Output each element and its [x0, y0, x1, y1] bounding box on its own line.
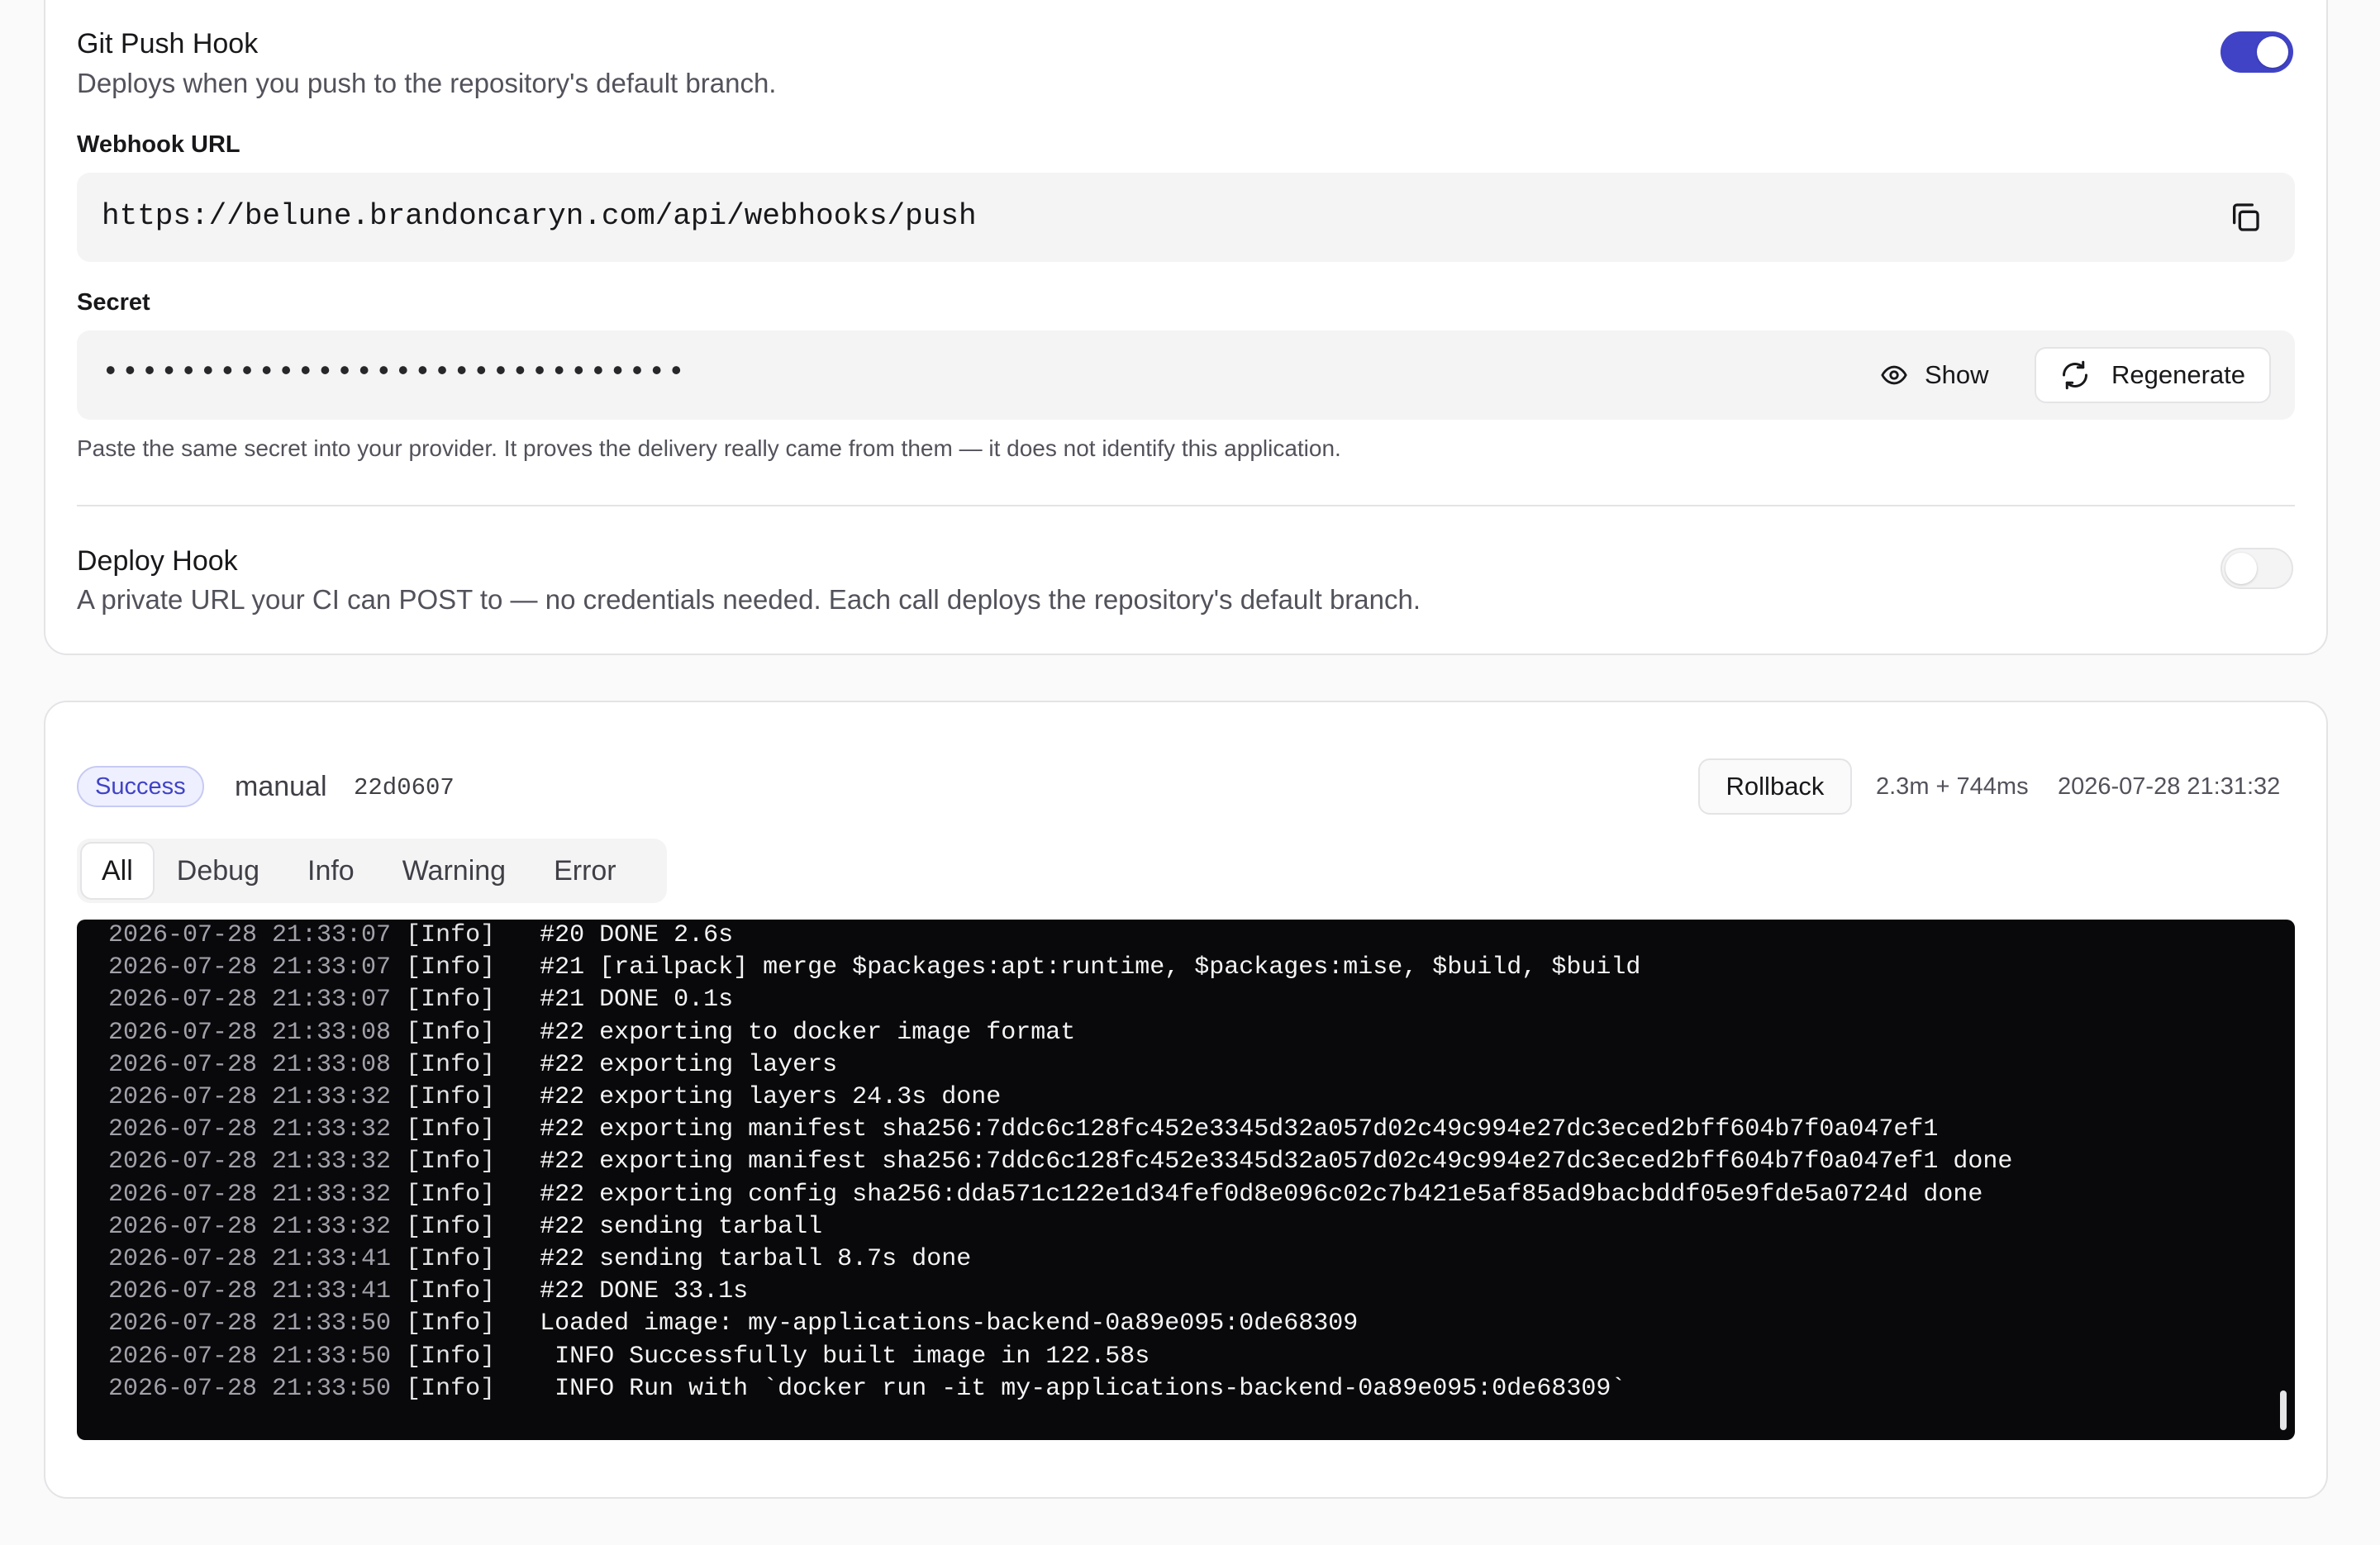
log-timestamp: 2026-07-28 21:33:50: [108, 1310, 392, 1338]
webhook-url-field[interactable]: https://belune.brandoncaryn.com/api/webh…: [77, 173, 2295, 262]
log-line: 2026-07-28 21:33:32 [Info] #22 exporting…: [108, 1115, 1938, 1144]
log-message: #22 exporting layers 24.3s done: [495, 1083, 1002, 1111]
webhook-url-label: Webhook URL: [77, 131, 240, 158]
log-line: 2026-07-28 21:33:07 [Info] #20 DONE 2.6s: [108, 920, 733, 950]
eye-icon: [1881, 365, 1907, 385]
deploy-hook-toggle[interactable]: [2221, 548, 2293, 589]
log-timestamp: 2026-07-28 21:33:41: [108, 1277, 392, 1306]
log-message: #22 exporting manifest sha256:7ddc6c128f…: [495, 1115, 1939, 1144]
log-level: [Info]: [406, 1050, 496, 1079]
log-message: #22 sending tarball 8.7s done: [495, 1245, 972, 1273]
log-level: [Info]: [406, 1018, 496, 1047]
deploy-hook-description: A private URL your CI can POST to — no c…: [77, 584, 1421, 615]
log-message: #22 DONE 33.1s: [495, 1277, 749, 1306]
tab-debug[interactable]: Debug: [153, 844, 283, 898]
log-timestamp: 2026-07-28 21:33:08: [108, 1018, 392, 1047]
log-level: [Info]: [406, 1148, 496, 1177]
tab-all[interactable]: All: [82, 844, 153, 898]
secret-label: Secret: [77, 289, 150, 316]
log-timestamp: 2026-07-28 21:33:32: [108, 1083, 392, 1111]
show-secret-button[interactable]: Show: [1870, 347, 1999, 403]
log-message: #22 exporting to docker image format: [495, 1018, 1076, 1047]
log-line: 2026-07-28 21:33:50 [Info] Loaded image:…: [108, 1309, 1358, 1338]
log-message: #20 DONE 2.6s: [495, 921, 734, 949]
log-line: 2026-07-28 21:33:07 [Info] #21 [railpack…: [108, 953, 1640, 982]
status-badge: Success: [77, 766, 204, 807]
log-message: #22 sending tarball: [495, 1212, 823, 1241]
log-line: 2026-07-28 21:33:50 [Info] INFO Run with…: [108, 1374, 1626, 1404]
log-level: [Info]: [406, 1212, 496, 1241]
log-message: Loaded image: my-applications-backend-0a…: [495, 1310, 1359, 1338]
log-level: [Info]: [406, 1245, 496, 1273]
log-level: [Info]: [406, 1180, 496, 1209]
log-timestamp: 2026-07-28 21:33:32: [108, 1180, 392, 1209]
secret-hint: Paste the same secret into your provider…: [77, 435, 1341, 461]
log-timestamp: 2026-07-28 21:33:07: [108, 921, 392, 949]
toggle-knob: [2257, 36, 2288, 68]
log-level: [Info]: [406, 1374, 496, 1403]
tab-warning[interactable]: Warning: [378, 844, 530, 898]
log-message: #21 [railpack] merge $packages:apt:runti…: [495, 953, 1641, 982]
section-divider: [77, 505, 2295, 506]
refresh-icon: [2062, 360, 2087, 390]
git-push-hook-title: Git Push Hook: [77, 28, 259, 59]
log-timestamp: 2026-07-28 21:33:32: [108, 1148, 392, 1177]
secret-masked-value: ••••••••••••••••••••••••••••••: [102, 355, 688, 389]
log-timestamp: 2026-07-28 21:33:41: [108, 1245, 392, 1273]
log-level: [Info]: [406, 1115, 496, 1144]
log-line: 2026-07-28 21:33:41 [Info] #22 sending t…: [108, 1244, 971, 1274]
log-level: [Info]: [406, 1277, 496, 1306]
log-timestamp: 2026-07-28 21:33:07: [108, 953, 392, 982]
log-line: 2026-07-28 21:33:32 [Info] #22 sending t…: [108, 1212, 822, 1242]
log-console[interactable]: 2026-07-28 21:33:07 [Info] #20 DONE 2.6s…: [77, 920, 2295, 1440]
log-message: INFO Successfully built image in 122.58s: [495, 1342, 1150, 1371]
log-level: [Info]: [406, 986, 496, 1015]
log-timestamp: 2026-07-28 21:33:07: [108, 986, 392, 1015]
log-message: #22 exporting config sha256:dda571c122e1…: [495, 1180, 1983, 1209]
log-level: [Info]: [406, 953, 496, 982]
log-line: 2026-07-28 21:33:08 [Info] #22 exporting…: [108, 1050, 837, 1080]
tab-info[interactable]: Info: [283, 844, 378, 898]
show-secret-label: Show: [1925, 360, 1989, 389]
git-push-hook-toggle[interactable]: [2221, 31, 2293, 73]
log-message: #21 DONE 0.1s: [495, 986, 734, 1015]
log-timestamp: 2026-07-28 21:33:50: [108, 1374, 392, 1403]
rollback-button[interactable]: Rollback: [1698, 758, 1852, 815]
log-line: 2026-07-28 21:33:32 [Info] #22 exporting…: [108, 1180, 1983, 1210]
deploy-hook-title: Deploy Hook: [77, 545, 238, 577]
log-line: 2026-07-28 21:33:41 [Info] #22 DONE 33.1…: [108, 1276, 748, 1306]
log-message: #22 exporting manifest sha256:7ddc6c128f…: [495, 1148, 2013, 1177]
log-level: [Info]: [406, 1083, 496, 1111]
webhook-url-value: https://belune.brandoncaryn.com/api/webh…: [102, 199, 977, 233]
log-level: [Info]: [406, 921, 496, 949]
log-line: 2026-07-28 21:33:50 [Info] INFO Successf…: [108, 1342, 1150, 1371]
toggle-knob: [2225, 553, 2257, 584]
log-line: 2026-07-28 21:33:07 [Info] #21 DONE 0.1s: [108, 985, 733, 1015]
log-message: INFO Run with `docker run -it my-applica…: [495, 1374, 1626, 1403]
commit-sha: 22d0607: [354, 774, 455, 801]
deployment-trigger: manual: [235, 771, 327, 802]
log-message: #22 exporting layers: [495, 1050, 838, 1079]
log-level: [Info]: [406, 1310, 496, 1338]
secret-field[interactable]: •••••••••••••••••••••••••••••• Show Rege…: [77, 330, 2295, 420]
regenerate-label: Regenerate: [2111, 360, 2245, 389]
log-timestamp: 2026-07-28 21:33:50: [108, 1342, 392, 1371]
copy-icon[interactable]: [2229, 201, 2262, 234]
deployment-timestamp: 2026-07-28 21:31:32: [2058, 773, 2281, 800]
deployment-duration: 2.3m + 744ms: [1876, 773, 2029, 800]
log-line: 2026-07-28 21:33:32 [Info] #22 exporting…: [108, 1147, 2012, 1177]
git-push-hook-description: Deploys when you push to the repository'…: [77, 68, 777, 98]
log-timestamp: 2026-07-28 21:33:32: [108, 1115, 392, 1144]
regenerate-secret-button[interactable]: Regenerate: [2035, 347, 2271, 403]
log-timestamp: 2026-07-28 21:33:08: [108, 1050, 392, 1079]
log-line: 2026-07-28 21:33:08 [Info] #22 exporting…: [108, 1018, 1075, 1048]
log-line: 2026-07-28 21:33:32 [Info] #22 exporting…: [108, 1082, 1001, 1112]
log-level: [Info]: [406, 1342, 496, 1371]
tab-error[interactable]: Error: [530, 844, 640, 898]
log-level-tabs: All Debug Info Warning Error: [77, 839, 667, 903]
log-scrollbar[interactable]: [2280, 1390, 2287, 1430]
log-timestamp: 2026-07-28 21:33:32: [108, 1212, 392, 1241]
